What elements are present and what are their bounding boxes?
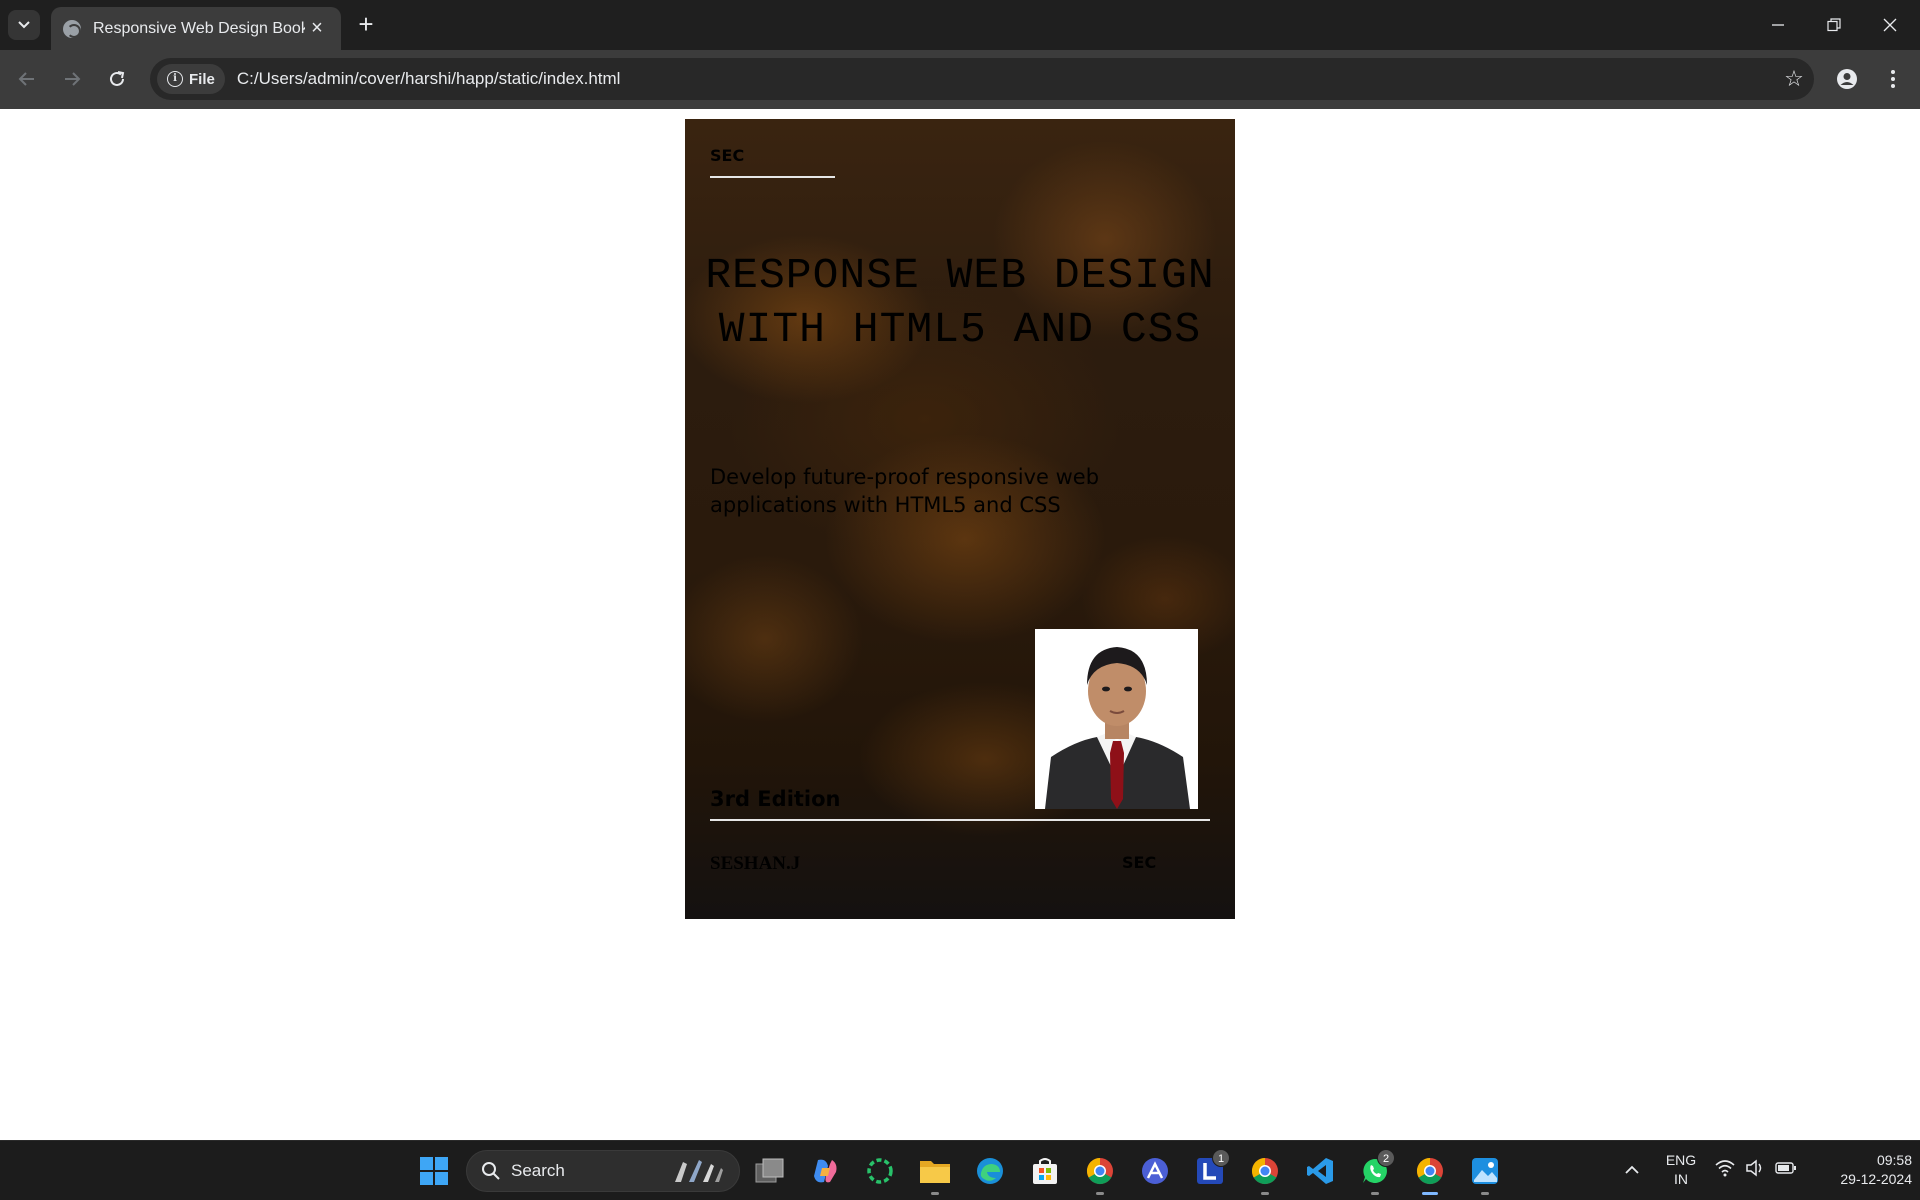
whatsapp-button[interactable]: 2 <box>1355 1149 1395 1195</box>
language-code: ENG <box>1665 1152 1697 1168</box>
search-highlight-icon <box>675 1160 723 1182</box>
close-window-button[interactable] <box>1862 0 1918 50</box>
running-indicator <box>1481 1192 1489 1195</box>
tab-search-button[interactable] <box>8 10 40 40</box>
chevron-down-icon <box>18 21 30 29</box>
site-chip-label: File <box>189 70 215 88</box>
clock-time: 09:58 <box>1876 1152 1912 1168</box>
task-view-button[interactable] <box>750 1151 790 1191</box>
battery-icon <box>1775 1162 1796 1174</box>
cover-title: RESPONSE WEB DESIGN WITH HTML5 AND CSS <box>705 251 1215 354</box>
minimize-button[interactable] <box>1750 0 1806 50</box>
search-label: Search <box>511 1161 565 1180</box>
active-indicator <box>1422 1192 1438 1195</box>
copilot-button[interactable] <box>805 1151 845 1191</box>
profile-icon <box>1837 69 1857 89</box>
cover-publisher-label: SEC <box>710 146 745 165</box>
system-tray-icons[interactable] <box>1715 1159 1797 1177</box>
chrome-active-button[interactable] <box>1410 1151 1450 1195</box>
chevron-up-icon <box>1625 1165 1639 1174</box>
clock[interactable]: 09:58 29-12-2024 <box>1800 1151 1912 1189</box>
running-indicator <box>1261 1192 1269 1195</box>
copilot-icon <box>814 1159 837 1183</box>
region-code: IN <box>1674 1171 1688 1187</box>
profile-button[interactable] <box>1830 62 1864 96</box>
windows-logo-icon <box>420 1157 448 1185</box>
cover-author: SESHAN.J <box>710 853 801 874</box>
clock-date: 29-12-2024 <box>1840 1171 1912 1187</box>
top-divider <box>710 176 835 178</box>
browser-tab[interactable]: Responsive Web Design Book × <box>51 7 341 50</box>
cover-edition: 3rd Edition <box>710 787 841 811</box>
book-cover: SEC RESPONSE WEB DESIGN WITH HTML5 AND C… <box>685 119 1235 919</box>
new-tab-button[interactable]: + <box>351 10 381 40</box>
minimize-icon <box>1772 24 1784 26</box>
url-text[interactable]: C:/Users/admin/cover/harshi/happ/static/… <box>237 69 1774 89</box>
language-indicator[interactable]: ENG IN <box>1656 1151 1706 1189</box>
bottom-divider <box>710 819 1210 821</box>
taskbar: Search 1 2 ENG IN 09:58 29-12-2024 <box>0 1140 1920 1200</box>
task-view-icon <box>755 1158 784 1183</box>
edge-icon <box>977 1158 1003 1184</box>
vscode-icon <box>1307 1158 1333 1184</box>
restore-icon <box>1827 18 1841 32</box>
vscode-button[interactable] <box>1300 1151 1340 1191</box>
chrome-profile-button[interactable] <box>1080 1151 1120 1195</box>
chrome-2-button[interactable] <box>1245 1151 1285 1195</box>
more-vert-icon <box>1891 70 1895 88</box>
tab-title: Responsive Web Design Book <box>93 19 305 37</box>
restore-button[interactable] <box>1806 0 1862 50</box>
page-viewport: SEC RESPONSE WEB DESIGN WITH HTML5 AND C… <box>0 109 1920 1140</box>
running-indicator <box>931 1192 939 1195</box>
arrow-left-icon <box>18 72 34 86</box>
start-button[interactable] <box>414 1151 454 1191</box>
bookmark-star-icon[interactable]: ☆ <box>1774 66 1814 92</box>
wifi-icon <box>1715 1160 1735 1177</box>
cover-subtitle: Develop future-proof responsive web appl… <box>710 465 1100 517</box>
l-app-button[interactable]: 1 <box>1190 1149 1230 1191</box>
address-bar[interactable]: i File C:/Users/admin/cover/harshi/happ/… <box>150 58 1814 100</box>
volume-icon <box>1746 1159 1762 1177</box>
chrome-icon <box>1416 1157 1443 1185</box>
menu-button[interactable] <box>1876 62 1910 96</box>
loading-app-button[interactable] <box>860 1151 900 1191</box>
edge-button[interactable] <box>970 1151 1010 1191</box>
chrome-icon <box>1251 1157 1278 1185</box>
arrow-right-icon <box>65 72 81 86</box>
chrome-icon <box>1086 1157 1113 1185</box>
app-a-button[interactable] <box>1135 1151 1175 1191</box>
notification-badge: 2 <box>1377 1149 1395 1167</box>
tab-strip: Responsive Web Design Book × + <box>0 0 1920 50</box>
store-button[interactable] <box>1025 1151 1065 1191</box>
running-indicator <box>1371 1192 1379 1195</box>
reload-button[interactable] <box>100 62 134 96</box>
info-icon: i <box>167 71 183 87</box>
forward-button[interactable] <box>55 62 89 96</box>
photos-button[interactable] <box>1465 1151 1505 1195</box>
a-logo-icon <box>1142 1158 1168 1184</box>
photos-icon <box>1472 1158 1498 1184</box>
file-explorer-button[interactable] <box>915 1151 955 1195</box>
tray-overflow-button[interactable] <box>1620 1157 1644 1185</box>
site-info-chip[interactable]: i File <box>157 64 225 94</box>
store-icon <box>1033 1158 1057 1184</box>
spinner-icon <box>867 1158 893 1184</box>
globe-icon <box>63 19 81 38</box>
close-icon <box>1883 18 1897 32</box>
running-indicator <box>1096 1192 1104 1195</box>
cover-publisher-label-bottom: SEC <box>1122 853 1157 872</box>
close-tab-icon[interactable]: × <box>305 17 329 40</box>
back-button[interactable] <box>10 62 44 96</box>
taskbar-search[interactable]: Search <box>466 1150 740 1192</box>
search-icon <box>482 1162 500 1180</box>
notification-badge: 1 <box>1212 1149 1230 1167</box>
browser-toolbar: i File C:/Users/admin/cover/harshi/happ/… <box>0 50 1920 109</box>
folder-icon <box>920 1161 950 1183</box>
author-photo <box>1035 629 1198 809</box>
reload-icon <box>110 71 125 86</box>
